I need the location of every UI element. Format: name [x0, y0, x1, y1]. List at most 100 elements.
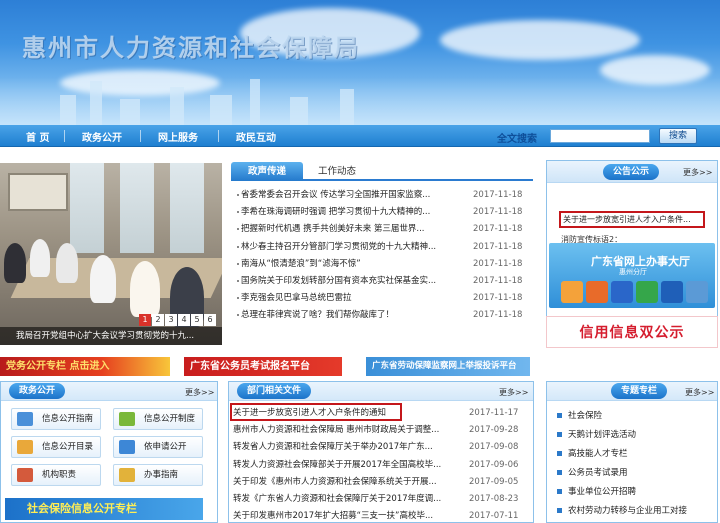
- main-nav: 首 页 政务公开 网上服务 政民互动 全文搜索 搜索: [0, 125, 720, 147]
- online-service-hall-banner[interactable]: 广东省网上办事大厅 惠州分厅: [549, 243, 715, 308]
- highlight-frame: [230, 403, 402, 421]
- doc-title[interactable]: 关于印发《惠州市人力资源和社会保障系统关于开展...: [233, 474, 463, 491]
- slider-caption[interactable]: 我局召开党组中心扩大会议学习贯彻党的十九...: [0, 327, 222, 345]
- attendee-figure: [56, 243, 78, 283]
- bullet-icon: [557, 470, 562, 475]
- news-title[interactable]: 李克强会见巴拿马总统巴雷拉: [241, 290, 455, 307]
- topics-header: 专题专栏 更多>>: [547, 382, 717, 401]
- doc-item[interactable]: 关于印发惠州市2017年扩大招募“三支一扶”高校毕... 2017-07-11: [233, 508, 529, 523]
- news-title[interactable]: 省委常委会召开会议 传达学习全国推开国家监察...: [241, 187, 455, 204]
- nav-home[interactable]: 首 页: [26, 129, 49, 144]
- slider-page-6[interactable]: 6: [204, 314, 216, 326]
- news-title[interactable]: 南海从“恨清楚浪”到“滤海不惊”: [241, 256, 455, 273]
- doc-item[interactable]: 转发人力资源社会保障部关于开展2017年全国高校毕... 2017-09-06: [233, 457, 529, 474]
- person-icon: [119, 440, 135, 454]
- slider-page-4[interactable]: 4: [178, 314, 190, 326]
- service-guide-button[interactable]: 办事指南: [113, 464, 203, 486]
- cloud-decoration: [440, 20, 640, 60]
- topics-title: 专题专栏: [611, 383, 668, 399]
- search-input[interactable]: [550, 129, 650, 143]
- doc-title[interactable]: 转发《广东省人力资源和社会保障厅关于2017年度调...: [233, 491, 463, 508]
- party-affairs-banner[interactable]: 党务公开专栏 点击进入: [0, 357, 170, 376]
- topics-more-link[interactable]: 更多>>: [685, 387, 714, 398]
- gear-icon[interactable]: [686, 281, 708, 303]
- slider-page-2[interactable]: 2: [152, 314, 164, 326]
- doc-item[interactable]: 惠州市人力资源和社会保障局 惠州市财政局关于调整... 2017-09-28: [233, 422, 529, 439]
- topic-item[interactable]: 高技能人才专栏: [557, 446, 628, 463]
- social-insurance-banner[interactable]: 社会保险信息公开专栏: [5, 498, 203, 520]
- page: 惠州市人力资源和社会保障局 首 页 政务公开 网上服务 政民互动 全文搜索 搜索…: [0, 0, 720, 523]
- slider-page-3[interactable]: 3: [165, 314, 177, 326]
- person-icon[interactable]: [561, 281, 583, 303]
- doc-title[interactable]: 转发人力资源社会保障部关于开展2017年全国高校毕...: [233, 457, 463, 474]
- news-title[interactable]: 林少春主持召开分管部门学习贯彻党的十九大精神...: [241, 239, 455, 256]
- nav-online-service[interactable]: 网上服务: [158, 129, 198, 144]
- topic-item[interactable]: 公务员考试录用: [557, 465, 628, 482]
- attendee-figure: [4, 243, 26, 283]
- nav-interaction[interactable]: 政民互动: [236, 129, 276, 144]
- news-item[interactable]: 李希在珠海调研时强调 把学习贯彻十九大精神的... 2017-11-18: [237, 204, 527, 221]
- news-date: 2017-11-18: [473, 190, 523, 200]
- topic-item[interactable]: 社会保险: [557, 408, 602, 425]
- news-title[interactable]: 李希在珠海调研时强调 把学习贯彻十九大精神的...: [241, 204, 455, 221]
- tab-policy-news[interactable]: 政声传递: [231, 162, 303, 181]
- window-decoration: [170, 163, 204, 253]
- news-date: 2017-11-18: [473, 275, 523, 286]
- civil-exam-banner[interactable]: 广东省公务员考试报名平台: [184, 357, 342, 376]
- gov-open-more-link[interactable]: 更多>>: [185, 387, 214, 398]
- news-title[interactable]: 国务院关于印发划转部分国有资本充实社保基金实...: [241, 273, 455, 290]
- announcement-link[interactable]: 关于进一步放宽引进人才入户条件...: [559, 211, 705, 228]
- info-catalog-button[interactable]: 信息公开目录: [11, 436, 101, 458]
- news-item[interactable]: 省委常委会召开会议 传达学习全国推开国家监察... 2017-11-18: [237, 187, 527, 204]
- topic-item[interactable]: 农村劳动力转移与企业用工对接: [557, 503, 687, 520]
- news-item[interactable]: 总理在菲律宾说了啥？我们帮你敲库了！ 2017-11-18: [237, 307, 527, 324]
- bullet-icon: [557, 413, 562, 418]
- info-guide-button[interactable]: 信息公开指南: [11, 408, 101, 430]
- doc-title[interactable]: 转发省人力资源和社会保障厅关于举办2017年广东...: [233, 439, 463, 456]
- news-date: 2017-11-18: [473, 207, 523, 218]
- news-item[interactable]: 把握新时代机遇 携手共创美好未来 第三届世界... 2017-11-18: [237, 221, 527, 238]
- people-icon[interactable]: [586, 281, 608, 303]
- news-title[interactable]: 把握新时代机遇 携手共创美好未来 第三届世界...: [241, 221, 455, 238]
- slider-page-1[interactable]: 1: [139, 314, 151, 326]
- dept-docs-more-link[interactable]: 更多>>: [499, 387, 528, 398]
- doc-date: 2017-09-06: [469, 459, 519, 470]
- doc-item[interactable]: 转发《广东省人力资源和社会保障厅关于2017年度调... 2017-08-23: [233, 491, 529, 508]
- news-item[interactable]: 李克强会见巴拿马总统巴雷拉 2017-11-18: [237, 290, 527, 307]
- doc-title[interactable]: 关于印发惠州市2017年扩大招募“三支一扶”高校毕...: [233, 508, 463, 523]
- news-item[interactable]: 国务院关于印发划转部分国有资本充实社保基金实... 2017-11-18: [237, 273, 527, 290]
- header-banner: 惠州市人力资源和社会保障局: [0, 0, 720, 125]
- info-policy-button[interactable]: 信息公开制度: [113, 408, 203, 430]
- news-date: 2017-11-18: [473, 310, 523, 321]
- building-icon[interactable]: [661, 281, 683, 303]
- topic-item[interactable]: 天鹅计划评选活动: [557, 427, 636, 444]
- topics-box: 专题专栏 更多>> 社会保险 天鹅计划评选活动 高技能人才专栏 公务员考试录用 …: [546, 381, 718, 523]
- nav-gov-open[interactable]: 政务公开: [82, 129, 122, 144]
- doc-date: 2017-07-11: [469, 511, 519, 522]
- slider-page-5[interactable]: 5: [191, 314, 203, 326]
- attendee-figure: [130, 261, 160, 317]
- doc-date: 2017-09-08: [469, 442, 519, 453]
- news-item[interactable]: 林少春主持召开分管部门学习贯彻党的十九大精神... 2017-11-18: [237, 239, 527, 256]
- hand-icon[interactable]: [636, 281, 658, 303]
- nav-divider: [64, 130, 65, 142]
- org-duties-button[interactable]: 机构职责: [11, 464, 101, 486]
- doc-item[interactable]: 关于印发《惠州市人力资源和社会保障系统关于开展... 2017-09-05: [233, 474, 529, 491]
- apply-disclosure-button[interactable]: 依申请公开: [113, 436, 203, 458]
- window-decoration: [70, 163, 104, 253]
- tab-work-news[interactable]: 工作动态: [307, 162, 367, 181]
- doc-title[interactable]: 惠州市人力资源和社会保障局 惠州市财政局关于调整...: [233, 422, 463, 439]
- news-title[interactable]: 总理在菲律宾说了啥？我们帮你敲库了！: [241, 307, 455, 324]
- topic-item[interactable]: 事业单位公开招聘: [557, 484, 636, 501]
- attendee-figure: [90, 255, 116, 303]
- people-icon: [17, 468, 33, 482]
- doc-item[interactable]: 转发省人力资源和社会保障厅关于举办2017年广东... 2017-09-08: [233, 439, 529, 456]
- document-icon[interactable]: [611, 281, 633, 303]
- news-date: 2017-11-18: [473, 258, 523, 269]
- announcements-more-link[interactable]: 更多>>: [683, 167, 712, 178]
- credit-disclosure-banner[interactable]: 信用信息双公示: [546, 316, 718, 348]
- doc-date: 2017-09-05: [469, 476, 519, 487]
- labor-inspection-banner[interactable]: 广东省劳动保障监察网上举报投诉平台: [366, 357, 530, 376]
- search-button[interactable]: 搜索: [659, 128, 697, 144]
- news-item[interactable]: 南海从“恨清楚浪”到“滤海不惊” 2017-11-18: [237, 256, 527, 273]
